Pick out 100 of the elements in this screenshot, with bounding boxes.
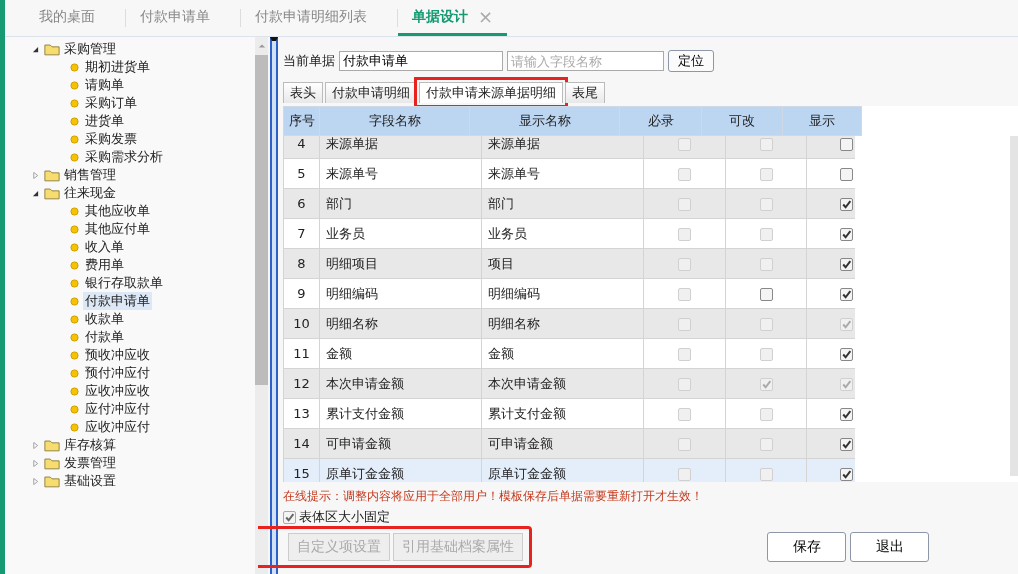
table-cell: 13	[283, 398, 320, 429]
checkbox[interactable]	[839, 138, 853, 151]
tree-item[interactable]: 采购订单	[83, 94, 139, 112]
expander-icon[interactable]	[32, 45, 39, 53]
table-cell: 金额	[481, 338, 644, 369]
checkbox-label: 表体区大小固定	[299, 508, 390, 526]
table-cell: 14	[283, 428, 320, 459]
tab[interactable]: 表头	[283, 82, 323, 103]
splitter[interactable]	[270, 37, 278, 574]
checkbox[interactable]	[839, 348, 853, 361]
dot-icon	[70, 224, 79, 234]
dot-icon	[70, 422, 79, 432]
table-cell: 明细名称	[481, 308, 644, 339]
checkbox[interactable]	[839, 468, 853, 481]
tree-item[interactable]: 期初进货单	[83, 58, 152, 76]
checkbox[interactable]	[839, 258, 853, 271]
table-cell: 4	[283, 136, 320, 159]
tree-item[interactable]: 应收冲应收	[83, 382, 152, 400]
exit-button[interactable]: 退出	[850, 532, 929, 562]
tree-item[interactable]: 银行存取款单	[83, 274, 165, 292]
dot-icon	[70, 62, 79, 72]
tree-item[interactable]: 应收冲应付	[83, 418, 152, 436]
tree-item[interactable]: 库存核算	[62, 436, 118, 454]
table-cell: 业务员	[481, 218, 644, 249]
tab[interactable]: 付款申请明细列表	[255, 7, 367, 26]
checkbox[interactable]	[759, 288, 773, 301]
checkbox[interactable]	[839, 408, 853, 421]
tab[interactable]: 付款申请单	[140, 7, 210, 26]
document-label: 当前单据	[283, 52, 335, 70]
document-field[interactable]: 付款申请单	[339, 51, 503, 71]
tree-item[interactable]: 付款单	[83, 328, 126, 346]
checkbox[interactable]	[839, 168, 853, 181]
table-cell: 明细名称	[319, 308, 482, 339]
table-cell: 6	[283, 188, 320, 219]
tree-item[interactable]: 应付冲应付	[83, 400, 152, 418]
tree-item[interactable]: 预付冲应付	[83, 364, 152, 382]
folder-icon	[44, 456, 60, 470]
tab[interactable]: 表尾	[565, 82, 605, 103]
table-cell: 累计支付金额	[481, 398, 644, 429]
tree-item[interactable]: 收入单	[83, 238, 126, 256]
folder-icon	[44, 168, 60, 182]
dot-icon	[70, 260, 79, 270]
tree-item[interactable]: 其他应付单	[83, 220, 152, 238]
table-cell: 项目	[481, 248, 644, 279]
table-cell: 明细项目	[319, 248, 482, 279]
tree-item[interactable]: 请购单	[83, 76, 126, 94]
dot-icon	[70, 116, 79, 126]
table-cell: 来源单号	[481, 158, 644, 189]
dot-icon	[70, 152, 79, 162]
tree-item[interactable]: 采购发票	[83, 130, 139, 148]
column-header: 序号	[283, 106, 320, 136]
folder-icon	[44, 474, 60, 488]
table-cell: 本次申请金额	[481, 368, 644, 399]
search-field[interactable]: 请输入字段名称	[507, 51, 664, 71]
table-cell: 累计支付金额	[319, 398, 482, 429]
checkbox[interactable]	[839, 198, 853, 211]
tree-item[interactable]: 其他应收单	[83, 202, 152, 220]
table-cell: 15	[283, 458, 320, 482]
table-cell: 部门	[319, 188, 482, 219]
hint-text: 在线提示：调整内容将应用于全部用户！模板保存后单据需要重新打开才生效！	[283, 488, 704, 505]
table-cell: 来源单据	[481, 136, 644, 159]
tree-item[interactable]: 费用单	[83, 256, 126, 274]
scroll-up-icon[interactable]	[257, 43, 266, 49]
tree-item[interactable]: 往来现金	[62, 184, 118, 202]
tree-item[interactable]: 付款申请单	[83, 292, 152, 310]
tree-item[interactable]: 进货单	[83, 112, 126, 130]
table-cell: 12	[283, 368, 320, 399]
tree-item[interactable]: 采购管理	[62, 40, 118, 58]
column-header: 显示名称	[469, 106, 620, 136]
column-header: 字段名称	[319, 106, 470, 136]
checkbox[interactable]	[839, 288, 853, 301]
checkbox[interactable]	[839, 228, 853, 241]
table-cell: 7	[283, 218, 320, 249]
tree-item[interactable]: 采购需求分析	[83, 148, 165, 166]
table-cell: 本次申请金额	[319, 368, 482, 399]
tree-item[interactable]: 基础设置	[62, 472, 118, 490]
table-cell: 8	[283, 248, 320, 279]
column-header: 可改	[701, 106, 783, 136]
table-cell: 明细编码	[319, 278, 482, 309]
tree-item[interactable]: 销售管理	[62, 166, 118, 184]
dot-icon	[70, 332, 79, 342]
table-cell: 来源单据	[319, 136, 482, 159]
dot-icon	[70, 242, 79, 252]
table-cell: 原单订金金额	[319, 458, 482, 482]
tree-item[interactable]: 发票管理	[62, 454, 118, 472]
column-header: 显示	[782, 106, 862, 136]
checkbox[interactable]	[839, 438, 853, 451]
tree-item[interactable]: 收款单	[83, 310, 126, 328]
tree-item[interactable]: 预收冲应收	[83, 346, 152, 364]
table-cell: 11	[283, 338, 320, 369]
table-cell: 原单订金金额	[481, 458, 644, 482]
expander-icon[interactable]	[32, 189, 39, 197]
table-cell: 10	[283, 308, 320, 339]
scrollbar[interactable]	[255, 37, 268, 574]
tab[interactable]: 付款申请明细	[325, 82, 417, 103]
checkbox[interactable]	[283, 510, 296, 524]
locate-button[interactable]: 定位	[668, 50, 714, 72]
dot-icon	[70, 206, 79, 216]
dot-icon	[70, 80, 79, 90]
save-button[interactable]: 保存	[767, 532, 846, 562]
